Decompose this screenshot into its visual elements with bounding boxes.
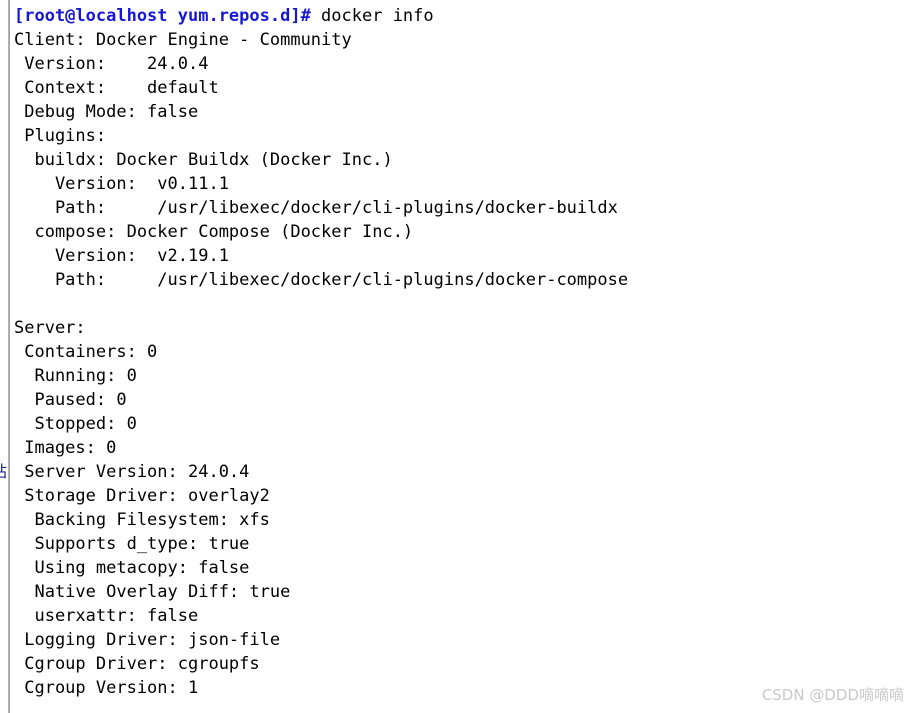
terminal-line: Backing Filesystem: xfs [14,510,270,530]
shell-prompt: [root@localhost yum.repos.d]# [14,6,311,26]
terminal-line: Version: v2.19.1 [14,246,229,266]
terminal-line: Path: /usr/libexec/docker/cli-plugins/do… [14,270,629,290]
terminal-line: Context: default [14,78,219,98]
terminal-line: Supports d_type: true [14,534,250,554]
terminal-line: Logging Driver: json-file [14,630,281,650]
clipped-edge-glyph: 站 [0,462,9,484]
terminal-line: Running: 0 [14,366,137,386]
terminal-line: Paused: 0 [14,390,127,410]
terminal-line: Containers: 0 [14,342,158,362]
terminal-line: Using metacopy: false [14,558,250,578]
terminal-line: Debug Mode: false [14,102,199,122]
terminal-line: buildx: Docker Buildx (Docker Inc.) [14,150,393,170]
terminal-line: Server: [14,318,86,338]
csdn-watermark: CSDN @DDD嘀嘀嘀 [761,686,904,704]
terminal-prompt-line: [root@localhost yum.repos.d]# docker inf… [14,4,904,28]
terminal-line: Server Version: 24.0.4 [14,462,250,482]
window-left-border [8,0,10,713]
terminal-line: Stopped: 0 [14,414,137,434]
shell-command: docker info [310,6,434,26]
terminal-line: Plugins: [14,126,107,146]
terminal-line: Cgroup Driver: cgroupfs [14,654,260,674]
terminal-line: Storage Driver: overlay2 [14,486,270,506]
terminal-line: Images: 0 [14,438,117,458]
terminal-line: userxattr: false [14,606,199,626]
terminal-line: Version: 24.0.4 [14,54,209,74]
terminal-output[interactable]: [root@localhost yum.repos.d]# docker inf… [14,4,904,700]
terminal-line: Native Overlay Diff: true [14,582,291,602]
terminal-output-lines: Client: Docker Engine - Community Versio… [14,28,904,700]
terminal-line: compose: Docker Compose (Docker Inc.) [14,222,414,242]
terminal-line: Client: Docker Engine - Community [14,30,352,50]
terminal-line: Path: /usr/libexec/docker/cli-plugins/do… [14,198,618,218]
terminal-line: Version: v0.11.1 [14,174,229,194]
